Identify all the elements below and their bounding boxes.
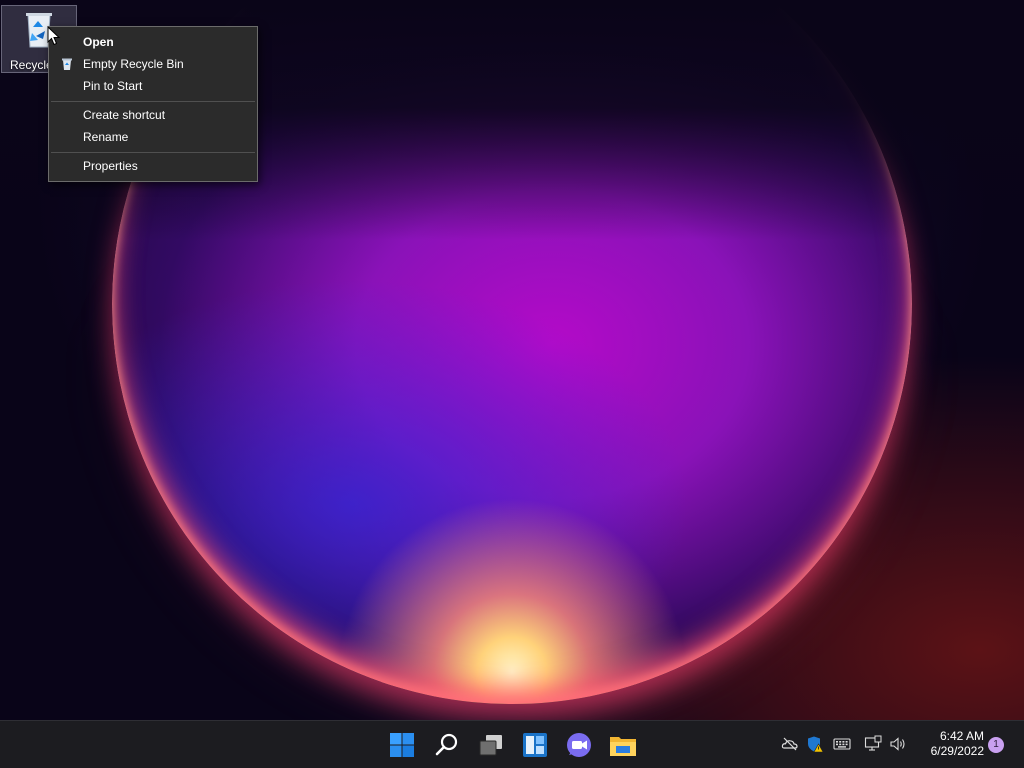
- mouse-cursor-icon: [47, 26, 61, 46]
- menu-item-properties[interactable]: Properties: [49, 155, 257, 177]
- taskbar: 6:42 AM 6/29/2022 1: [0, 720, 1024, 768]
- onedrive-offline-icon[interactable]: [781, 735, 799, 753]
- network-icon[interactable]: [864, 735, 882, 753]
- context-menu: Open Empty Recycle Bin Pin to Start Crea…: [48, 26, 258, 182]
- menu-item-label: Rename: [83, 130, 129, 144]
- recycle-bin-icon: [62, 58, 72, 70]
- menu-separator: [51, 101, 255, 102]
- widgets-button[interactable]: [517, 727, 553, 763]
- clock-time: 6:42 AM: [939, 729, 984, 743]
- menu-item-open[interactable]: Open: [49, 31, 257, 53]
- menu-item-pin-to-start[interactable]: Pin to Start: [49, 75, 257, 97]
- menu-item-label: Pin to Start: [83, 79, 143, 93]
- menu-separator: [51, 152, 255, 153]
- search-button[interactable]: [429, 727, 465, 763]
- menu-item-label: Create shortcut: [83, 108, 166, 122]
- keyboard-icon[interactable]: [833, 735, 851, 753]
- volume-icon[interactable]: [889, 735, 907, 753]
- notification-badge[interactable]: 1: [988, 737, 1004, 753]
- chat-icon: [567, 733, 591, 757]
- windows-start-icon: [390, 733, 414, 757]
- task-view-icon: [479, 735, 502, 756]
- widgets-icon: [523, 733, 547, 757]
- menu-item-label: Open: [83, 35, 114, 49]
- menu-item-label: Empty Recycle Bin: [83, 57, 184, 71]
- menu-item-empty-recycle-bin[interactable]: Empty Recycle Bin: [49, 53, 257, 75]
- defender-warning-icon[interactable]: [806, 735, 824, 753]
- menu-item-rename[interactable]: Rename: [49, 126, 257, 148]
- start-button[interactable]: [384, 727, 420, 763]
- menu-item-label: Properties: [83, 159, 138, 173]
- clock-date: 6/29/2022: [930, 744, 984, 758]
- clock[interactable]: 6:42 AM 6/29/2022: [912, 729, 984, 759]
- task-view-button[interactable]: [473, 727, 509, 763]
- search-icon: [435, 733, 458, 756]
- file-explorer-button[interactable]: [605, 727, 641, 763]
- menu-item-create-shortcut[interactable]: Create shortcut: [49, 104, 257, 126]
- chat-button[interactable]: [561, 727, 597, 763]
- file-explorer-icon: [610, 737, 636, 756]
